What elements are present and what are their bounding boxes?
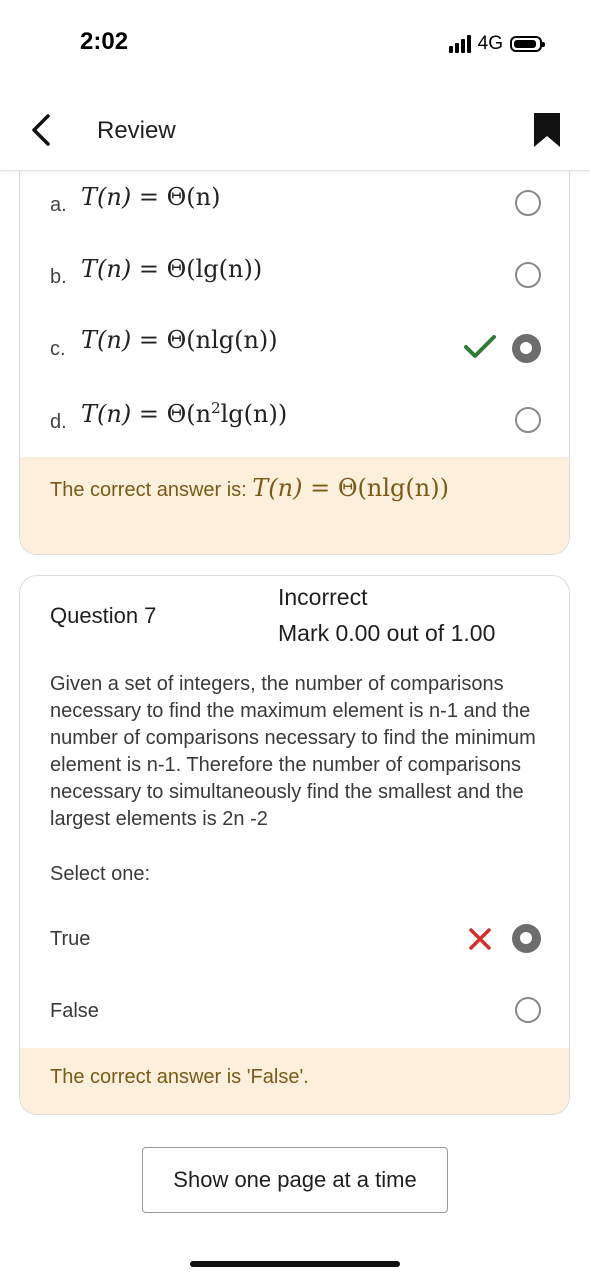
select-prompt: Select one: [50,863,151,885]
option-formula: T(n) = Θ(nlg(n)) [81,326,278,354]
radio-button[interactable] [515,262,541,288]
signal-icon [448,35,471,53]
feedback-text: The correct answer is: T(n) = Θ(nlg(n)) [50,474,449,502]
radio-button-selected[interactable] [512,924,541,953]
option-letter: b. [50,266,67,288]
chevron-left-icon [32,114,50,146]
home-indicator [190,1261,400,1267]
option-letter: a. [50,194,67,216]
radio-button[interactable] [515,190,541,216]
radio-button[interactable] [515,407,541,433]
battery-icon [510,36,545,52]
show-one-page-button[interactable]: Show one page at a time [142,1147,448,1213]
option-label: False [50,1000,99,1022]
answer-option-d[interactable]: d. T(n) = Θ(n2lg(n)) [20,394,569,444]
status-indicators: 4G [448,33,545,55]
bookmark-button[interactable] [533,112,561,148]
status-time: 2:02 [80,28,129,55]
question-status: Incorrect [278,584,368,610]
radio-button[interactable] [515,997,541,1023]
question-label: Question 7 [50,603,157,628]
option-formula: T(n) = Θ(lg(n)) [81,255,263,283]
correct-check-icon [464,335,496,358]
back-button[interactable] [26,112,56,148]
feedback-text: The correct answer is 'False'. [50,1066,309,1088]
question-6-card: a. T(n) = Θ(n) b. T(n) = Θ(lg(n)) c. T(n… [19,150,570,555]
answer-option-a[interactable]: a. T(n) = Θ(n) [20,177,569,227]
radio-button-selected[interactable] [512,334,541,363]
answer-option-false[interactable]: False [20,986,569,1036]
option-formula: T(n) = Θ(n2lg(n)) [81,399,288,428]
answer-option-c[interactable]: c. T(n) = Θ(nlg(n)) [20,322,569,372]
question-mark: Mark 0.00 out of 1.00 [278,620,496,646]
option-letter: d. [50,411,67,433]
option-letter: c. [50,338,66,360]
correct-answer-feedback: The correct answer is: T(n) = Θ(nlg(n)) [20,457,569,554]
incorrect-cross-icon [469,928,491,950]
answer-option-b[interactable]: b. T(n) = Θ(lg(n)) [20,249,569,299]
page-title: Review [97,117,176,144]
correct-answer-feedback: The correct answer is 'False'. [20,1048,569,1114]
bookmark-icon [534,113,560,147]
network-label: 4G [477,33,503,54]
app-header: Review [0,90,590,171]
question-text: Given a set of integers, the number of c… [50,673,536,830]
option-label: True [50,928,91,950]
answer-option-true[interactable]: True [20,914,569,964]
question-7-card: Question 7 Incorrect Mark 0.00 out of 1.… [19,575,570,1115]
status-bar: 2:02 4G [0,0,590,90]
option-formula: T(n) = Θ(n) [81,183,221,211]
